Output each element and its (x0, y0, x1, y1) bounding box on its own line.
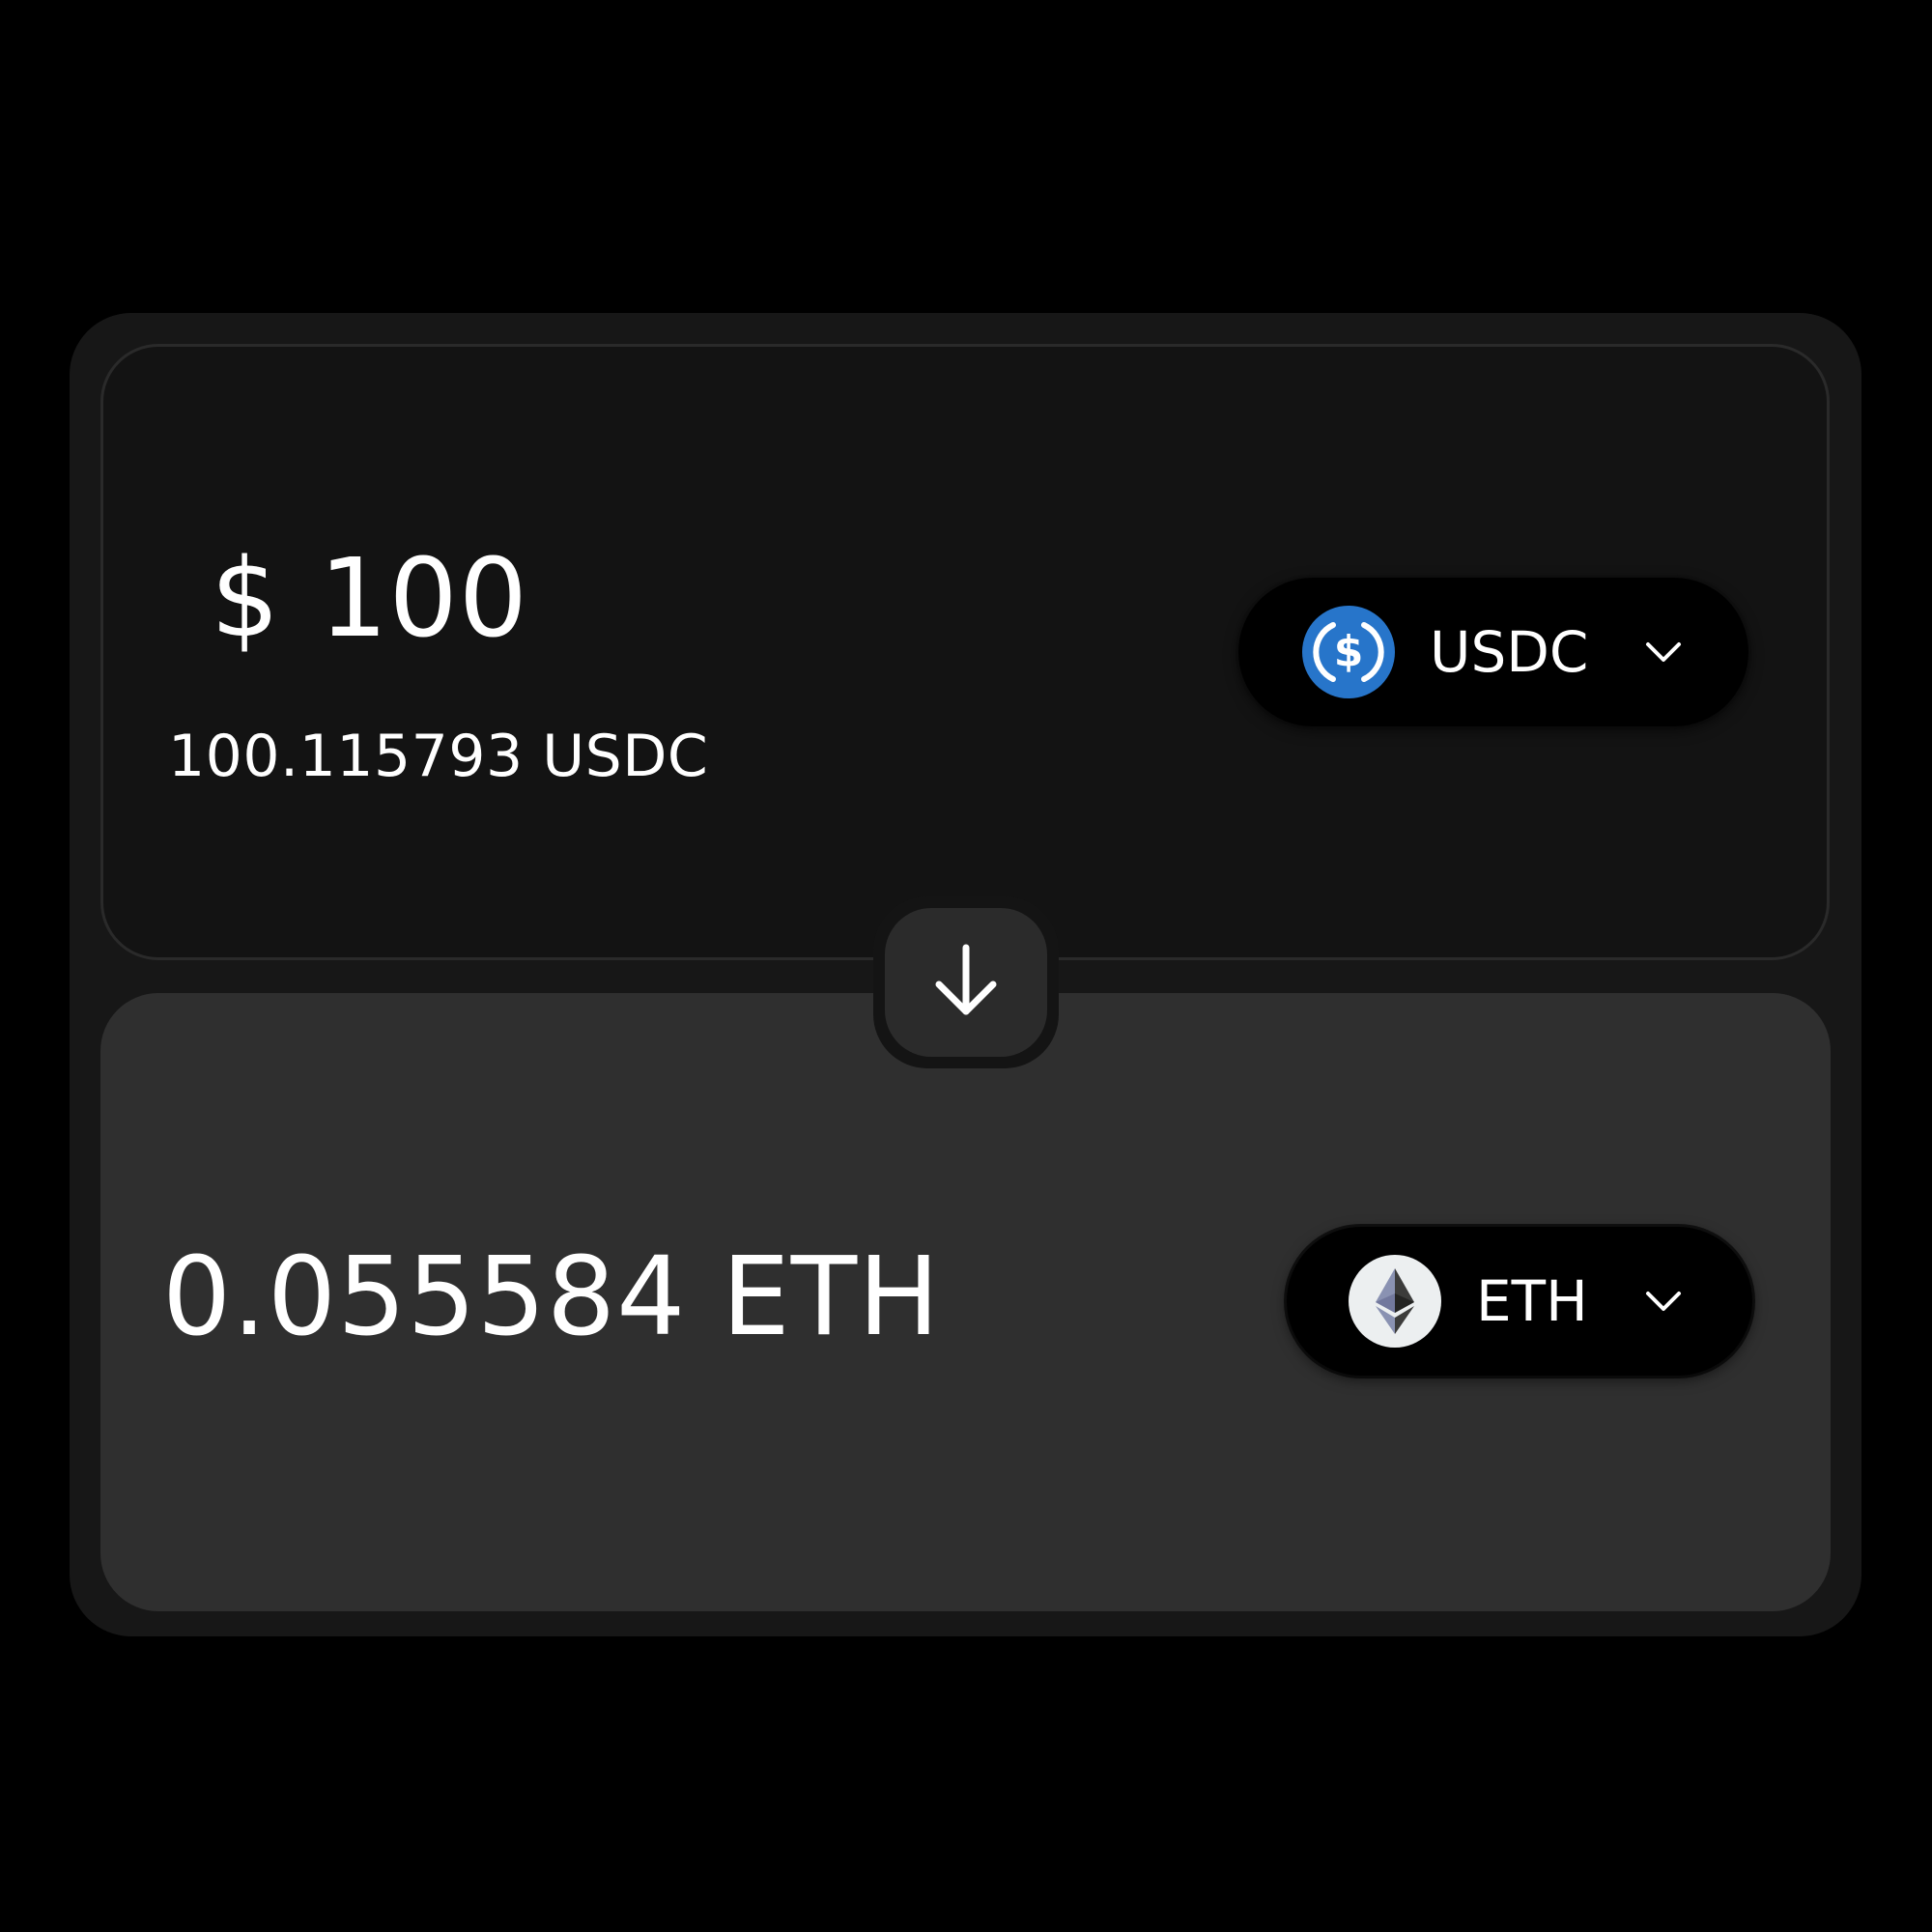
usdc-icon: $ (1302, 606, 1395, 698)
fiat-value: 100 (319, 536, 529, 662)
to-token-select-button[interactable]: ETH (1287, 1227, 1752, 1376)
svg-text:$: $ (1334, 627, 1364, 676)
swap-direction-button[interactable] (873, 896, 1059, 1068)
from-token-symbol: USDC (1430, 619, 1589, 685)
chevron-down-icon (1644, 640, 1683, 664)
currency-symbol: $ (211, 536, 281, 662)
from-token-select-button[interactable]: $ USDC (1238, 578, 1748, 726)
to-token-symbol: ETH (1476, 1268, 1588, 1334)
arrow-down-icon (931, 942, 1001, 1023)
fiat-amount-input[interactable]: $ 100 (211, 536, 528, 662)
chevron-down-icon (1644, 1290, 1683, 1313)
from-token-amount: 100.115793 USDC (168, 723, 709, 790)
to-token-amount: 0.055584 ETH (162, 1235, 941, 1360)
eth-icon (1349, 1255, 1441, 1348)
